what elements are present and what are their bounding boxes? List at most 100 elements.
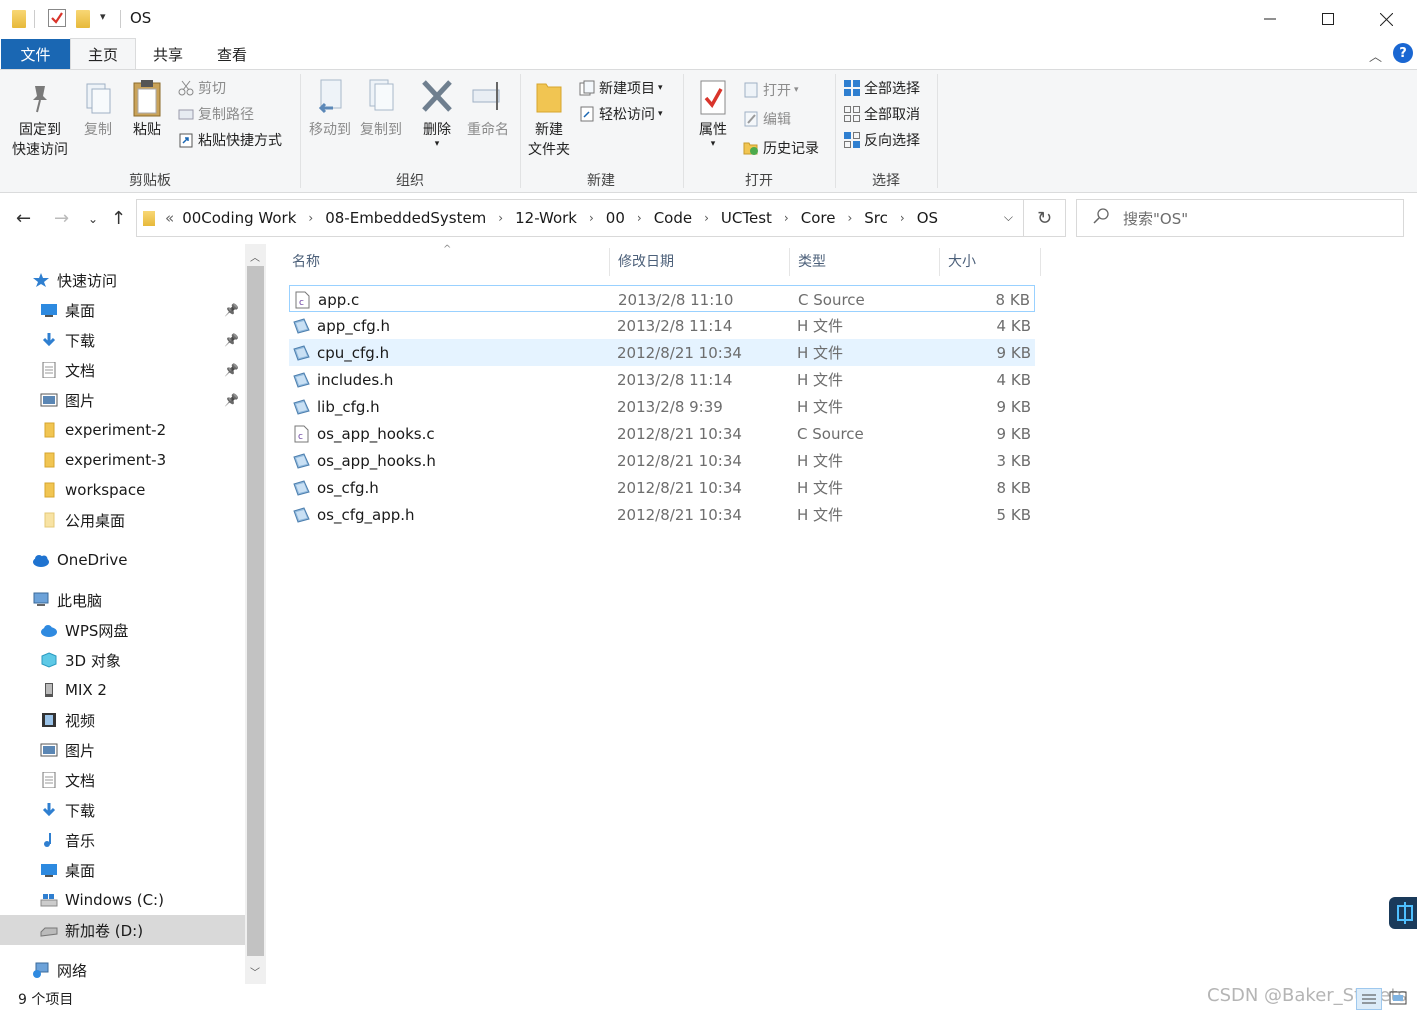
new-folder-button[interactable]: 新建 文件夹 xyxy=(524,78,574,160)
nav-quick-access[interactable]: 快速访问 xyxy=(0,265,245,295)
file-row[interactable]: os_cfg_app.h 2012/8/21 10:34 H 文件 5 KB xyxy=(289,501,1035,528)
customize-qa-dropdown-icon[interactable]: ▾ xyxy=(100,10,106,23)
details-view-icon[interactable] xyxy=(1356,988,1382,1010)
scroll-up-icon[interactable]: ︿ xyxy=(250,249,260,264)
nav-this-pc[interactable]: 此电脑 xyxy=(0,585,245,615)
minimize-button[interactable] xyxy=(1241,0,1299,38)
column-divider[interactable] xyxy=(609,248,610,276)
breadcrumb-chevron-icon[interactable]: › xyxy=(900,211,905,225)
delete-dropdown-icon[interactable]: ▾ xyxy=(416,140,458,149)
nav-item-quick-access[interactable]: 文档 📌 xyxy=(0,355,245,385)
file-row[interactable]: os_cfg.h 2012/8/21 10:34 H 文件 8 KB xyxy=(289,474,1035,501)
refresh-icon[interactable]: ↻ xyxy=(1024,199,1066,237)
file-row[interactable]: c app.c 2013/2/8 11:10 C Source 8 KB xyxy=(289,285,1035,312)
help-icon[interactable]: ? xyxy=(1393,43,1413,63)
nav-item-this-pc[interactable]: MIX 2 xyxy=(0,675,245,705)
file-row[interactable]: app_cfg.h 2013/2/8 11:14 H 文件 4 KB xyxy=(289,312,1035,339)
column-header-name[interactable]: 名称 xyxy=(292,244,320,278)
nav-onedrive[interactable]: OneDrive xyxy=(0,545,245,575)
select-all-button[interactable]: 全部选择 xyxy=(844,76,920,100)
column-header-type[interactable]: 类型 xyxy=(798,244,826,278)
breadcrumb-item[interactable]: 00 xyxy=(606,209,625,227)
nav-item-this-pc[interactable]: 视频 xyxy=(0,705,245,735)
nav-scrollbar[interactable]: ︿ ﹀ xyxy=(245,244,266,984)
floating-widget-icon[interactable] xyxy=(1389,897,1417,929)
nav-item-this-pc[interactable]: 下载 xyxy=(0,795,245,825)
properties-button[interactable]: 属性 ▾ xyxy=(690,78,736,149)
copy-path-button[interactable]: 复制路径 xyxy=(178,102,254,126)
delete-button[interactable]: 删除 ▾ xyxy=(416,78,458,149)
nav-item-this-pc[interactable]: Windows (C:) xyxy=(0,885,245,915)
new-folder-qa-icon[interactable] xyxy=(76,10,90,28)
nav-item-quick-access[interactable]: 公用桌面 xyxy=(0,505,245,535)
properties-qa-icon[interactable] xyxy=(48,9,66,27)
nav-item-quick-access[interactable]: experiment-2 xyxy=(0,415,245,445)
breadcrumb-item[interactable]: 08-EmbeddedSystem xyxy=(325,209,486,227)
file-row[interactable]: includes.h 2013/2/8 11:14 H 文件 4 KB xyxy=(289,366,1035,393)
breadcrumb-chevron-icon[interactable]: › xyxy=(308,211,313,225)
column-divider[interactable] xyxy=(939,248,940,276)
column-divider[interactable] xyxy=(789,248,790,276)
tab-file[interactable]: 文件 xyxy=(1,39,70,69)
breadcrumb-item[interactable]: 00Coding Work xyxy=(182,209,296,227)
nav-item-this-pc[interactable]: 3D 对象 xyxy=(0,645,245,675)
file-row[interactable]: cpu_cfg.h 2012/8/21 10:34 H 文件 9 KB xyxy=(289,339,1035,366)
forward-arrow-icon[interactable]: → xyxy=(54,208,69,229)
nav-network[interactable]: 网络 xyxy=(0,955,245,985)
nav-item-quick-access[interactable]: workspace xyxy=(0,475,245,505)
breadcrumb-item[interactable]: Src xyxy=(864,209,888,227)
breadcrumb-chevron-icon[interactable]: › xyxy=(637,211,642,225)
nav-item-this-pc[interactable]: 图片 xyxy=(0,735,245,765)
file-row[interactable]: lib_cfg.h 2013/2/8 9:39 H 文件 9 KB xyxy=(289,393,1035,420)
search-input[interactable]: 搜索"OS" xyxy=(1076,199,1404,237)
invert-selection-button[interactable]: 反向选择 xyxy=(844,128,920,152)
copy-to-button[interactable]: 复制到 xyxy=(356,78,406,140)
nav-item-quick-access[interactable]: 图片 📌 xyxy=(0,385,245,415)
large-icons-view-icon[interactable] xyxy=(1387,988,1411,1010)
easy-access-button[interactable]: 轻松访问 ▾ xyxy=(579,102,663,126)
breadcrumb-item[interactable]: 12-Work xyxy=(515,209,577,227)
column-header-date[interactable]: 修改日期 xyxy=(618,244,674,278)
breadcrumb-chevron-icon[interactable]: › xyxy=(589,211,594,225)
nav-item-this-pc[interactable]: 新加卷 (D:) xyxy=(0,915,245,945)
address-dropdown-chevron-icon[interactable]: ⌵ xyxy=(1004,210,1013,225)
maximize-button[interactable] xyxy=(1299,0,1357,38)
copy-button[interactable]: 复制 xyxy=(78,82,118,140)
nav-item-quick-access[interactable]: 下载 📌 xyxy=(0,325,245,355)
nav-item-this-pc[interactable]: 音乐 xyxy=(0,825,245,855)
edit-button[interactable]: 编辑 xyxy=(743,107,791,131)
breadcrumb-overflow[interactable]: « xyxy=(165,209,174,227)
column-divider[interactable] xyxy=(1040,248,1041,276)
rename-button[interactable]: 重命名 xyxy=(462,78,514,140)
select-none-button[interactable]: 全部取消 xyxy=(844,102,920,126)
breadcrumb-chevron-icon[interactable]: › xyxy=(704,211,709,225)
paste-button[interactable]: 粘贴 xyxy=(126,78,168,140)
close-button[interactable] xyxy=(1357,0,1415,38)
address-bar[interactable]: « 00Coding Work › 08-EmbeddedSystem › 12-Wor… xyxy=(136,199,1024,237)
new-item-button[interactable]: 新建项目 ▾ xyxy=(579,76,663,100)
breadcrumb-chevron-icon[interactable]: › xyxy=(847,211,852,225)
breadcrumb-item[interactable]: UCTest xyxy=(721,209,772,227)
recent-locations-chevron-icon[interactable]: ⌄ xyxy=(88,212,98,226)
scroll-down-icon[interactable]: ﹀ xyxy=(250,964,260,979)
nav-item-quick-access[interactable]: experiment-3 xyxy=(0,445,245,475)
breadcrumb-item[interactable]: OS xyxy=(917,209,938,227)
properties-dropdown-icon[interactable]: ▾ xyxy=(690,140,736,149)
navigation-pane[interactable]: 快速访问 桌面 📌 下载 📌 文档 📌 图片 📌 experiment-2 experiment-3… xyxy=(0,244,245,984)
file-row[interactable]: c os_app_hooks.c 2012/8/21 10:34 C Source 9 … xyxy=(289,420,1035,447)
back-arrow-icon[interactable]: ← xyxy=(16,208,31,229)
file-list[interactable]: ^ 名称 修改日期 类型 大小 c app.c 2013/2/8 11:10 C So… xyxy=(270,244,1417,984)
history-button[interactable]: 历史记录 xyxy=(743,136,819,160)
nav-item-this-pc[interactable]: WPS网盘 xyxy=(0,615,245,645)
tab-share[interactable]: 共享 xyxy=(136,38,200,70)
breadcrumb-item[interactable]: Core xyxy=(801,209,836,227)
nav-item-this-pc[interactable]: 文档 xyxy=(0,765,245,795)
breadcrumb-chevron-icon[interactable]: › xyxy=(498,211,503,225)
file-row[interactable]: os_app_hooks.h 2012/8/21 10:34 H 文件 3 KB xyxy=(289,447,1035,474)
paste-shortcut-button[interactable]: 粘贴快捷方式 xyxy=(178,128,282,152)
breadcrumb-chevron-icon[interactable]: › xyxy=(784,211,789,225)
collapse-ribbon-icon[interactable]: ︿ xyxy=(1369,46,1382,65)
move-to-button[interactable]: 移动到 xyxy=(304,78,356,140)
up-arrow-icon[interactable]: ↑ xyxy=(111,208,126,229)
breadcrumb-item[interactable]: Code xyxy=(654,209,692,227)
